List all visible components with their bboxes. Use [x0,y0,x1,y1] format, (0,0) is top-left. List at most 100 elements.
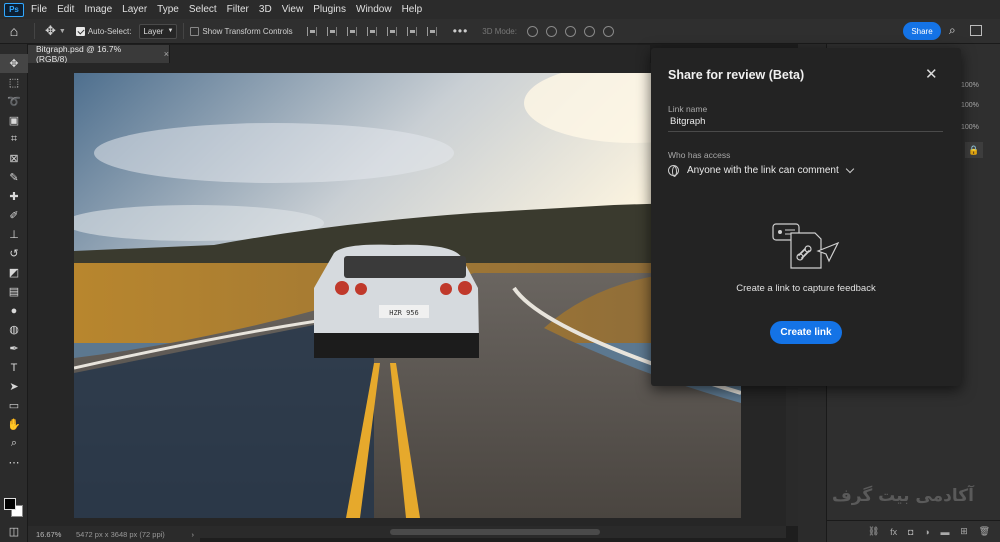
menu-help[interactable]: Help [397,0,428,19]
hand-tool-icon[interactable]: ✋ [0,415,28,434]
checkbox-checked-icon [75,26,85,36]
scale-3d-icon[interactable] [602,25,614,37]
new-layer-icon[interactable]: ⊞ [960,526,968,537]
zoom-level[interactable]: 16.67% [28,530,68,539]
scrollbar-thumb[interactable] [390,529,600,535]
auto-select-label: Auto-Select: [87,26,132,36]
mode-3d-label: 3D Mode: [482,26,517,36]
foreground-color-swatch[interactable] [4,498,16,510]
close-icon[interactable]: × [164,49,169,59]
search-icon[interactable]: ⌕ [949,23,956,38]
document-tab-title: Bitgraph.psd @ 16.7% (RGB/8) [36,44,122,64]
align-vcenter-icon[interactable] [386,26,397,36]
marquee-tool-icon[interactable]: ⬚ [0,73,28,92]
menu-bar: Ps File Edit Image Layer Type Select Fil… [0,0,1000,19]
roll-3d-icon[interactable] [545,25,557,37]
slide-3d-icon[interactable] [583,25,595,37]
chevron-right-icon[interactable]: › [192,530,201,539]
eraser-tool-icon[interactable]: ◩ [0,263,28,282]
panel-extra-value[interactable]: 100% [961,82,979,89]
auto-select-target-select[interactable]: Layer ▼ [139,23,178,39]
access-dropdown[interactable]: Anyone with the link can comment [668,164,854,177]
horizontal-scrollbar[interactable] [200,526,786,538]
auto-select-target-value: Layer [143,26,164,36]
document-tab[interactable]: Bitgraph.psd @ 16.7% (RGB/8) × [28,44,170,64]
menu-window[interactable]: Window [351,0,397,19]
home-icon[interactable]: ⌂ [0,23,28,39]
lock-icon[interactable]: 🔒 [965,142,983,158]
frame-tool-icon[interactable]: ⊠ [0,149,28,168]
edit-toolbar-icon[interactable]: ⋯ [0,453,28,472]
link-name-label: Link name [668,104,708,114]
photoshop-logo-icon[interactable]: Ps [4,2,24,17]
link-name-input[interactable]: Bitgraph [668,114,943,132]
clone-stamp-tool-icon[interactable]: ⊥ [0,225,28,244]
path-select-tool-icon[interactable]: ➤ [0,377,28,396]
opacity-value[interactable]: 100% [961,102,979,109]
lasso-tool-icon[interactable]: ➰ [0,92,28,111]
orbit-3d-icon[interactable] [526,25,538,37]
access-label: Who has access [668,150,731,160]
divider [183,23,185,39]
globe-icon [668,165,679,177]
align-left-icon[interactable] [306,26,317,36]
delete-layer-icon[interactable]: 🗑 [979,526,990,537]
menu-edit[interactable]: Edit [52,0,79,19]
object-select-tool-icon[interactable]: ▣ [0,111,28,130]
more-options-icon[interactable]: ••• [453,24,469,38]
color-swatches[interactable] [4,498,26,520]
pen-tool-icon[interactable]: ✒ [0,339,28,358]
toolbar-grip [0,44,27,54]
align-right-icon[interactable] [346,26,357,36]
link-layers-icon[interactable]: ⛓ [868,526,879,537]
menu-file[interactable]: File [26,0,52,19]
gradient-tool-icon[interactable]: ▤ [0,282,28,301]
rectangle-tool-icon[interactable]: ▭ [0,396,28,415]
eyedropper-tool-icon[interactable]: ✎ [0,168,28,187]
license-plate-text: HZR 956 [389,309,419,317]
align-hcenter-icon[interactable] [326,26,337,36]
menu-filter[interactable]: Filter [222,0,254,19]
new-group-icon[interactable]: ▬ [940,527,949,537]
share-for-review-dialog: Share for review (Beta) ✕ Link name Bitg… [651,48,961,386]
fx-icon[interactable]: fx [890,527,897,537]
dialog-title: Share for review (Beta) [668,68,805,82]
show-transform-checkbox[interactable]: Show Transform Controls [190,26,293,36]
align-top-icon[interactable] [366,26,377,36]
history-brush-tool-icon[interactable]: ↺ [0,244,28,263]
adjustment-layer-icon[interactable]: ◑ [924,527,929,537]
document-canvas-image[interactable]: HZR 956 [74,73,741,518]
chevron-down-icon[interactable]: ▼ [59,28,66,35]
blur-tool-icon[interactable]: ● [0,301,28,320]
workspace-icon[interactable] [970,25,982,36]
menu-3d[interactable]: 3D [254,0,277,19]
brush-tool-icon[interactable]: ✐ [0,206,28,225]
type-tool-icon[interactable]: T [0,358,28,377]
dodge-tool-icon[interactable]: ◍ [0,320,28,339]
road-car-photo: HZR 956 [74,73,741,518]
zoom-tool-icon[interactable]: ⌕ [0,434,28,453]
crop-tool-icon[interactable]: ⌗ [0,130,28,149]
align-bottom-icon[interactable] [406,26,417,36]
move-tool-icon[interactable]: ✥ [45,23,56,39]
fill-value[interactable]: 100% [961,124,979,131]
add-mask-icon[interactable]: ◘ [908,527,913,537]
options-bar: ⌂ ✥ ▼ Auto-Select: Layer ▼ Show Transfor… [0,19,1000,44]
share-button[interactable]: Share [903,22,941,40]
quick-mask-icon[interactable]: ◫ [0,522,28,541]
auto-select-checkbox[interactable]: Auto-Select: [75,26,132,36]
access-value: Anyone with the link can comment [687,165,839,176]
menu-type[interactable]: Type [152,0,184,19]
chevron-down-icon: ▼ [167,28,174,34]
menu-image[interactable]: Image [79,0,117,19]
healing-brush-tool-icon[interactable]: ✚ [0,187,28,206]
menu-layer[interactable]: Layer [117,0,152,19]
create-link-button[interactable]: Create link [770,321,842,344]
menu-plugins[interactable]: Plugins [308,0,351,19]
menu-select[interactable]: Select [184,0,222,19]
pan-3d-icon[interactable] [564,25,576,37]
move-tool-icon[interactable]: ✥ [0,54,28,73]
close-icon[interactable]: ✕ [925,65,938,83]
menu-view[interactable]: View [277,0,309,19]
distribute-icon[interactable] [426,26,437,36]
